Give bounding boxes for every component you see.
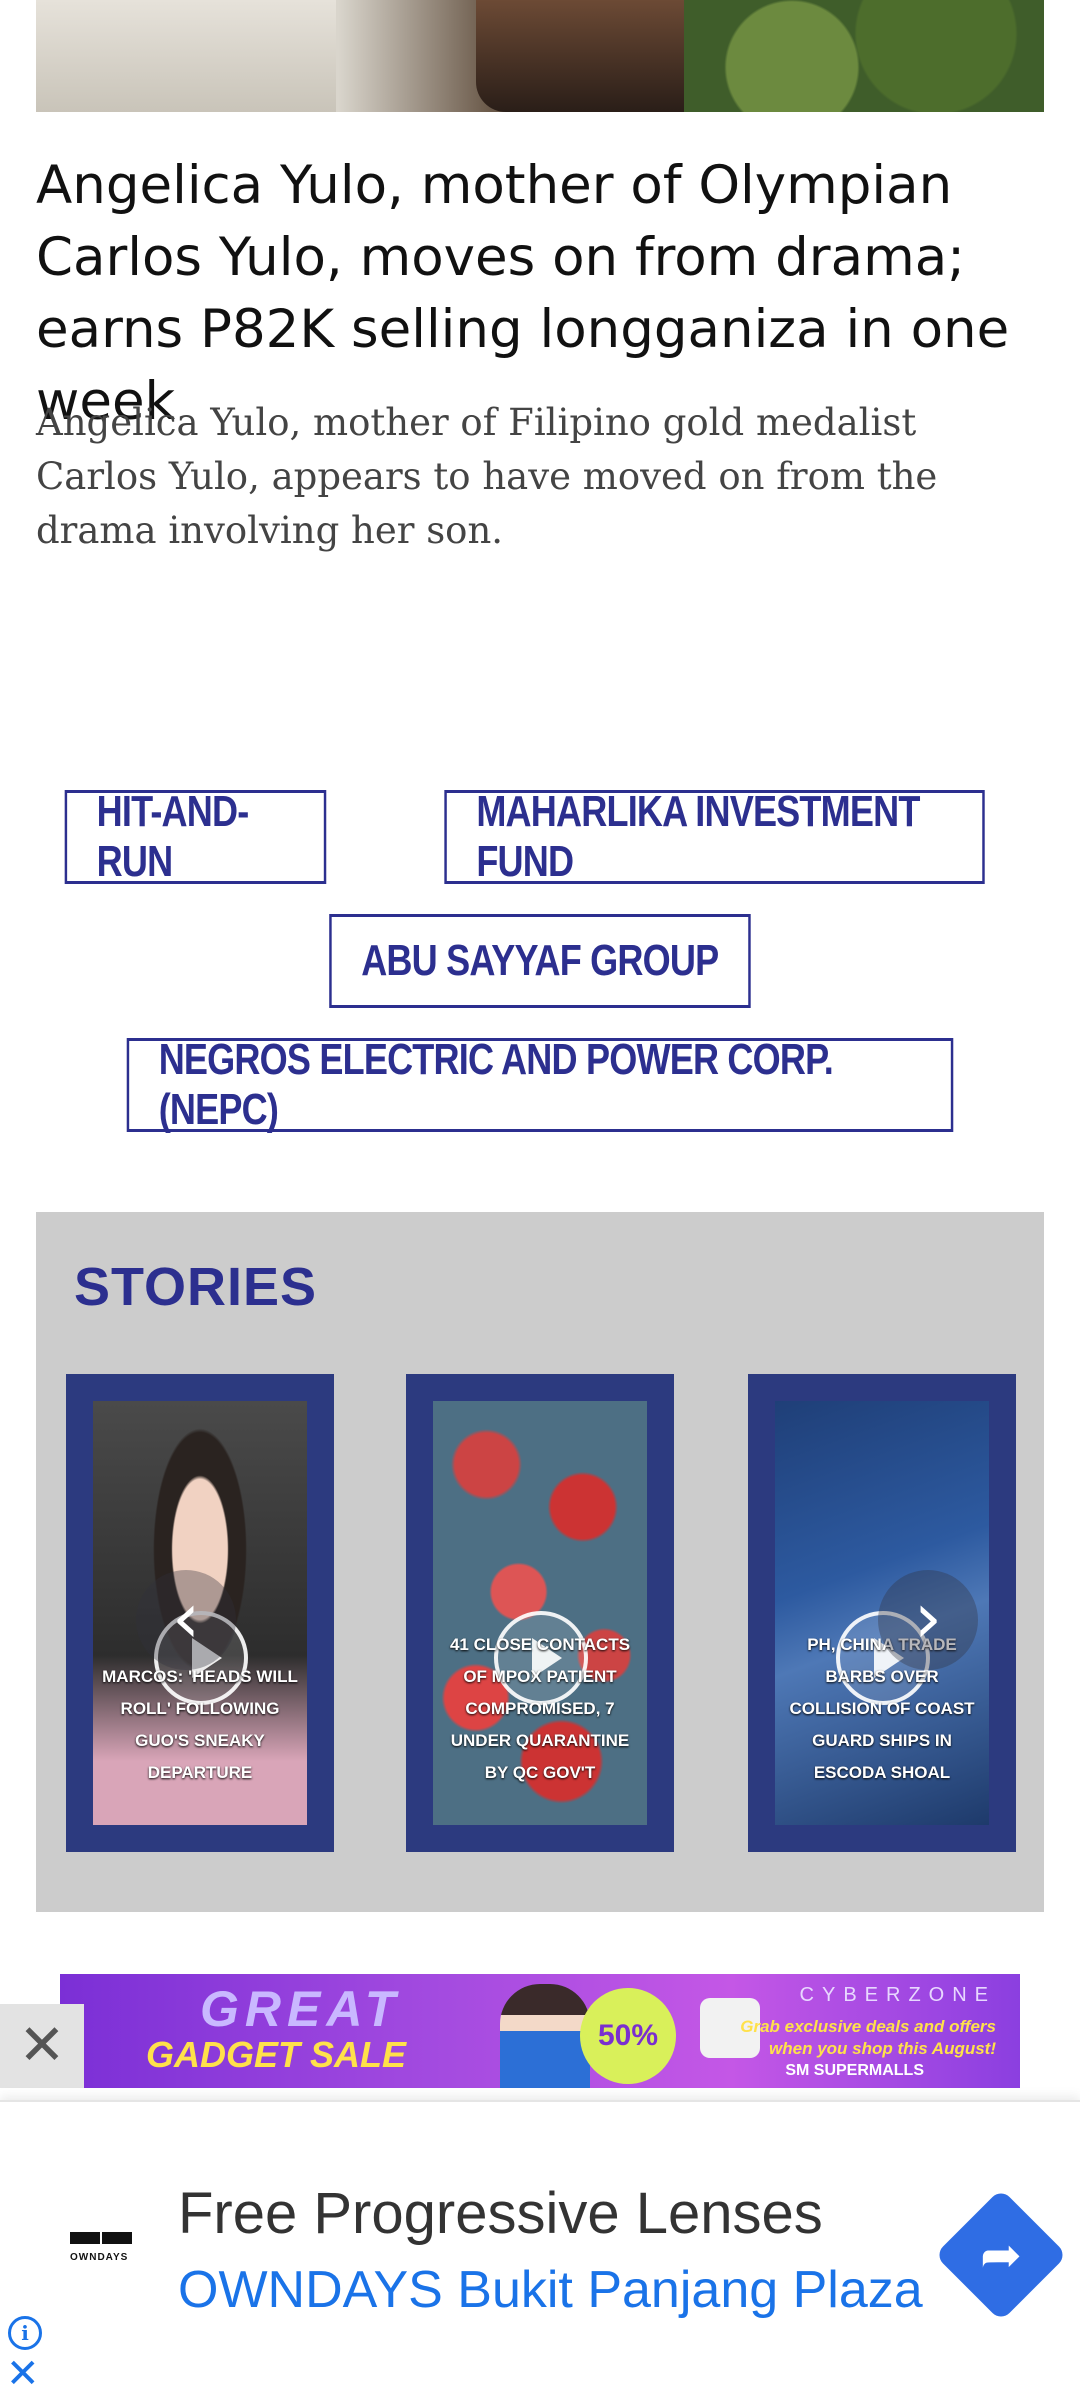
- tag-cloud: HIT-AND-RUN MAHARLIKA INVESTMENT FUND AB…: [36, 787, 1044, 1134]
- hero-path-area: [36, 0, 336, 112]
- hero-person: [476, 0, 716, 112]
- ad-brand: OWNDAYS: [70, 2252, 129, 2263]
- close-banner-icon[interactable]: ✕: [0, 2004, 84, 2088]
- ad-close-icon[interactable]: ✕: [6, 2352, 40, 2396]
- promo-mall: SM SUPERMALLS: [785, 2062, 924, 2079]
- owndays-logo: OWNDAYS: [70, 2232, 134, 2272]
- chevron-left-icon[interactable]: ‹: [136, 1570, 236, 1670]
- article-headline[interactable]: Angelica Yulo, mother of Olympian Carlos…: [36, 150, 1046, 438]
- promo-tagline: Grab exclusive deals and offers when you…: [740, 2017, 996, 2058]
- hero-foliage: [684, 0, 1044, 112]
- tag-hit-and-run[interactable]: HIT-AND-RUN: [64, 787, 327, 886]
- article-summary: Angelica Yulo, mother of Filipino gold m…: [36, 401, 938, 552]
- ad-headline[interactable]: Free Progressive Lenses: [178, 2180, 823, 2247]
- ad-subline[interactable]: OWNDAYS Bukit Panjang Plaza: [178, 2260, 923, 2320]
- promo-model: [500, 1984, 590, 2088]
- story-caption: 41 CLOSE CONTACTS OF MPOX PATIENT COMPRO…: [449, 1635, 631, 1782]
- directions-arrow-icon[interactable]: ➦: [934, 2188, 1068, 2322]
- tag-maharlika-investment-fund[interactable]: MAHARLIKA INVESTMENT FUND: [444, 787, 985, 886]
- promo-subtitle: GADGET SALE: [146, 2034, 407, 2075]
- stories-title: STORIES: [74, 1257, 318, 1317]
- story-caption: MARCOS: 'HEADS WILL ROLL' FOLLOWING GUO'…: [102, 1667, 298, 1782]
- ad-info-icon[interactable]: i: [8, 2316, 42, 2350]
- tag-row: NEGROS ELECTRIC AND POWER CORP. (NEPC): [36, 1035, 1044, 1134]
- stories-section: STORIES MARCOS: 'HEADS WILL ROLL' FOLLOW…: [36, 1212, 1044, 1912]
- tag-negros-electric[interactable]: NEGROS ELECTRIC AND POWER CORP. (NEPC): [126, 1035, 954, 1134]
- promo-banner[interactable]: GREAT GADGET SALE 50% CYBERZONE Grab exc…: [60, 1974, 1020, 2088]
- promo-discount-badge: 50%: [580, 1988, 676, 2084]
- tag-row: ABU SAYYAF GROUP: [36, 914, 1044, 1008]
- story-card[interactable]: 41 CLOSE CONTACTS OF MPOX PATIENT COMPRO…: [406, 1374, 674, 1852]
- tag-abu-sayyaf-group[interactable]: ABU SAYYAF GROUP: [329, 914, 751, 1008]
- chevron-right-icon[interactable]: ›: [878, 1570, 978, 1670]
- promo-brand: CYBERZONE: [799, 1984, 996, 2006]
- article-hero-image[interactable]: [36, 0, 1044, 112]
- promo-title: GREAT: [200, 1981, 402, 2037]
- tag-row: HIT-AND-RUN MAHARLIKA INVESTMENT FUND: [36, 787, 1044, 886]
- bottom-ad-bar[interactable]: OWNDAYS Free Progressive Lenses OWNDAYS …: [0, 2100, 1080, 2402]
- story-thumbnail: 41 CLOSE CONTACTS OF MPOX PATIENT COMPRO…: [433, 1401, 647, 1825]
